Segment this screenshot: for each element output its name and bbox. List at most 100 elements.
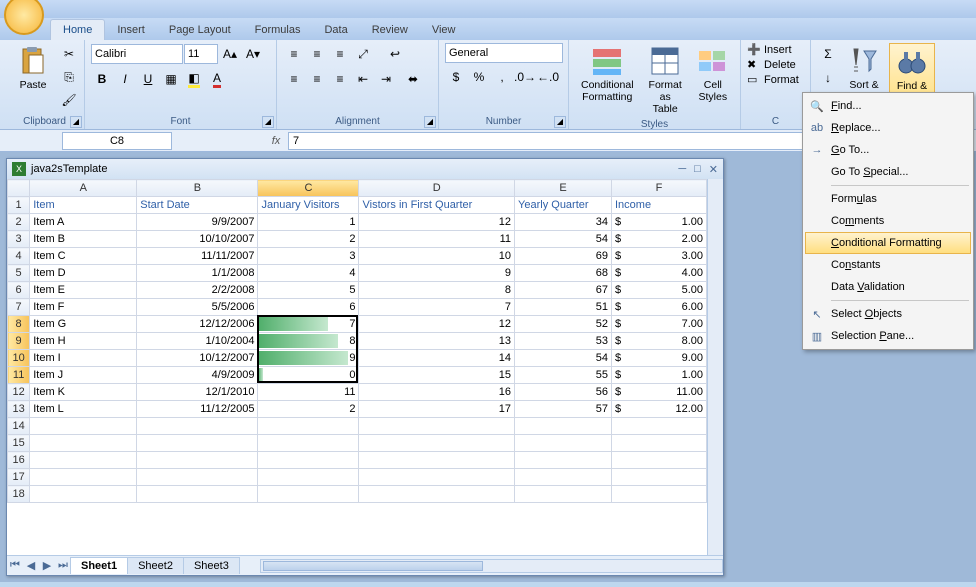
cell[interactable]: 55 bbox=[515, 367, 612, 384]
cell[interactable]: 7.00 bbox=[612, 316, 707, 333]
row-header-1[interactable]: 1 bbox=[8, 197, 30, 214]
cell-styles-button[interactable]: Cell Styles bbox=[691, 43, 735, 105]
cell[interactable]: 54 bbox=[515, 350, 612, 367]
cell[interactable]: 6 bbox=[258, 299, 359, 316]
clipboard-launcher[interactable]: ◢ bbox=[70, 116, 82, 128]
cell[interactable] bbox=[515, 435, 612, 452]
cell[interactable] bbox=[258, 469, 359, 486]
first-sheet-button[interactable]: ⏮ bbox=[7, 559, 23, 572]
cell[interactable]: 6.00 bbox=[612, 299, 707, 316]
cell[interactable]: 12 bbox=[359, 316, 515, 333]
cell[interactable]: 12/1/2010 bbox=[137, 384, 258, 401]
row-header-2[interactable]: 2 bbox=[8, 214, 30, 231]
cell[interactable] bbox=[258, 486, 359, 503]
sheet-tab-1[interactable]: Sheet1 bbox=[70, 557, 128, 574]
cell[interactable]: 68 bbox=[515, 265, 612, 282]
cell[interactable]: 4/9/2009 bbox=[137, 367, 258, 384]
cell[interactable]: 57 bbox=[515, 401, 612, 418]
workbook-titlebar[interactable]: X java2sTemplate ─ □ ✕ bbox=[7, 159, 723, 179]
shrink-font-button[interactable]: A▾ bbox=[242, 43, 264, 65]
cell[interactable]: 0 bbox=[258, 367, 359, 384]
tab-view[interactable]: View bbox=[420, 20, 468, 40]
increase-decimal-button[interactable]: .0→ bbox=[514, 66, 536, 88]
decrease-decimal-button[interactable]: ←.0 bbox=[537, 66, 559, 88]
fill-color-button[interactable]: ◧ bbox=[183, 68, 205, 90]
cell[interactable] bbox=[137, 452, 258, 469]
cell[interactable] bbox=[515, 469, 612, 486]
cell[interactable] bbox=[258, 435, 359, 452]
sheet-tab-2[interactable]: Sheet2 bbox=[127, 557, 184, 574]
cell[interactable]: 12 bbox=[359, 214, 515, 231]
fx-icon[interactable]: fx bbox=[266, 135, 286, 147]
font-size-combo[interactable] bbox=[184, 44, 218, 64]
col-header-A[interactable]: A bbox=[30, 180, 137, 197]
spreadsheet-grid[interactable]: ABCDEF1ItemStart DateJanuary VisitorsVis… bbox=[7, 179, 707, 555]
prev-sheet-button[interactable]: ◀ bbox=[23, 559, 39, 572]
cell[interactable]: 7 bbox=[258, 316, 359, 333]
italic-button[interactable]: I bbox=[114, 68, 136, 90]
cell[interactable] bbox=[359, 486, 515, 503]
cell-header[interactable]: Yearly Quarter bbox=[515, 197, 612, 214]
tab-insert[interactable]: Insert bbox=[105, 20, 157, 40]
cell[interactable]: 2/2/2008 bbox=[137, 282, 258, 299]
cell[interactable] bbox=[515, 418, 612, 435]
conditional-formatting-button[interactable]: Conditional Formatting bbox=[575, 43, 640, 105]
cell[interactable] bbox=[612, 486, 707, 503]
align-top-button[interactable]: ≡ bbox=[283, 43, 305, 65]
menu-goto-special[interactable]: Go To Special... bbox=[805, 161, 971, 183]
cell[interactable]: 9 bbox=[359, 265, 515, 282]
cell[interactable]: 1/1/2008 bbox=[137, 265, 258, 282]
cell[interactable]: 7 bbox=[359, 299, 515, 316]
row-header-4[interactable]: 4 bbox=[8, 248, 30, 265]
cell[interactable] bbox=[30, 435, 137, 452]
cell[interactable]: Item L bbox=[30, 401, 137, 418]
cell[interactable]: 10/12/2007 bbox=[137, 350, 258, 367]
format-as-table-button[interactable]: Format as Table bbox=[643, 43, 688, 117]
paste-button[interactable]: Paste bbox=[11, 43, 55, 93]
cell[interactable]: 67 bbox=[515, 282, 612, 299]
format-cells-button[interactable]: ▭Format bbox=[747, 73, 799, 86]
menu-find[interactable]: 🔍Find... bbox=[805, 95, 971, 117]
cell[interactable]: Item D bbox=[30, 265, 137, 282]
cell[interactable]: 15 bbox=[359, 367, 515, 384]
cell[interactable]: 56 bbox=[515, 384, 612, 401]
orientation-button[interactable]: ⤢ bbox=[352, 43, 374, 65]
cell[interactable]: 51 bbox=[515, 299, 612, 316]
tab-data[interactable]: Data bbox=[312, 20, 359, 40]
cell[interactable]: 11 bbox=[359, 231, 515, 248]
menu-selection-pane[interactable]: ▥Selection Pane... bbox=[805, 325, 971, 347]
fill-button[interactable]: ↓ bbox=[817, 67, 839, 89]
cell[interactable]: 53 bbox=[515, 333, 612, 350]
align-left-button[interactable]: ≡ bbox=[283, 68, 305, 90]
cell[interactable] bbox=[137, 418, 258, 435]
cell[interactable]: Item I bbox=[30, 350, 137, 367]
cell[interactable] bbox=[137, 486, 258, 503]
menu-comments[interactable]: Comments bbox=[805, 210, 971, 232]
cell[interactable]: 3.00 bbox=[612, 248, 707, 265]
cell[interactable] bbox=[612, 452, 707, 469]
cell[interactable] bbox=[515, 486, 612, 503]
row-header-17[interactable]: 17 bbox=[8, 469, 30, 486]
cell[interactable]: 1 bbox=[258, 214, 359, 231]
cell[interactable]: 2 bbox=[258, 401, 359, 418]
tab-review[interactable]: Review bbox=[360, 20, 420, 40]
menu-formulas[interactable]: Formulas bbox=[805, 188, 971, 210]
row-header-9[interactable]: 9 bbox=[8, 333, 30, 350]
cell[interactable] bbox=[359, 435, 515, 452]
cell[interactable]: Item G bbox=[30, 316, 137, 333]
cell[interactable]: 11/12/2005 bbox=[137, 401, 258, 418]
cell[interactable]: Item B bbox=[30, 231, 137, 248]
close-button[interactable]: ✕ bbox=[709, 163, 718, 176]
row-header-5[interactable]: 5 bbox=[8, 265, 30, 282]
cell[interactable]: Item J bbox=[30, 367, 137, 384]
cell[interactable]: 11/11/2007 bbox=[137, 248, 258, 265]
cell[interactable] bbox=[258, 418, 359, 435]
currency-button[interactable]: $ bbox=[445, 66, 467, 88]
cell[interactable] bbox=[515, 452, 612, 469]
cell[interactable] bbox=[137, 469, 258, 486]
row-header-14[interactable]: 14 bbox=[8, 418, 30, 435]
cell[interactable]: 16 bbox=[359, 384, 515, 401]
align-bottom-button[interactable]: ≡ bbox=[329, 43, 351, 65]
cell[interactable] bbox=[612, 435, 707, 452]
insert-cells-button[interactable]: ➕Insert bbox=[747, 43, 792, 56]
